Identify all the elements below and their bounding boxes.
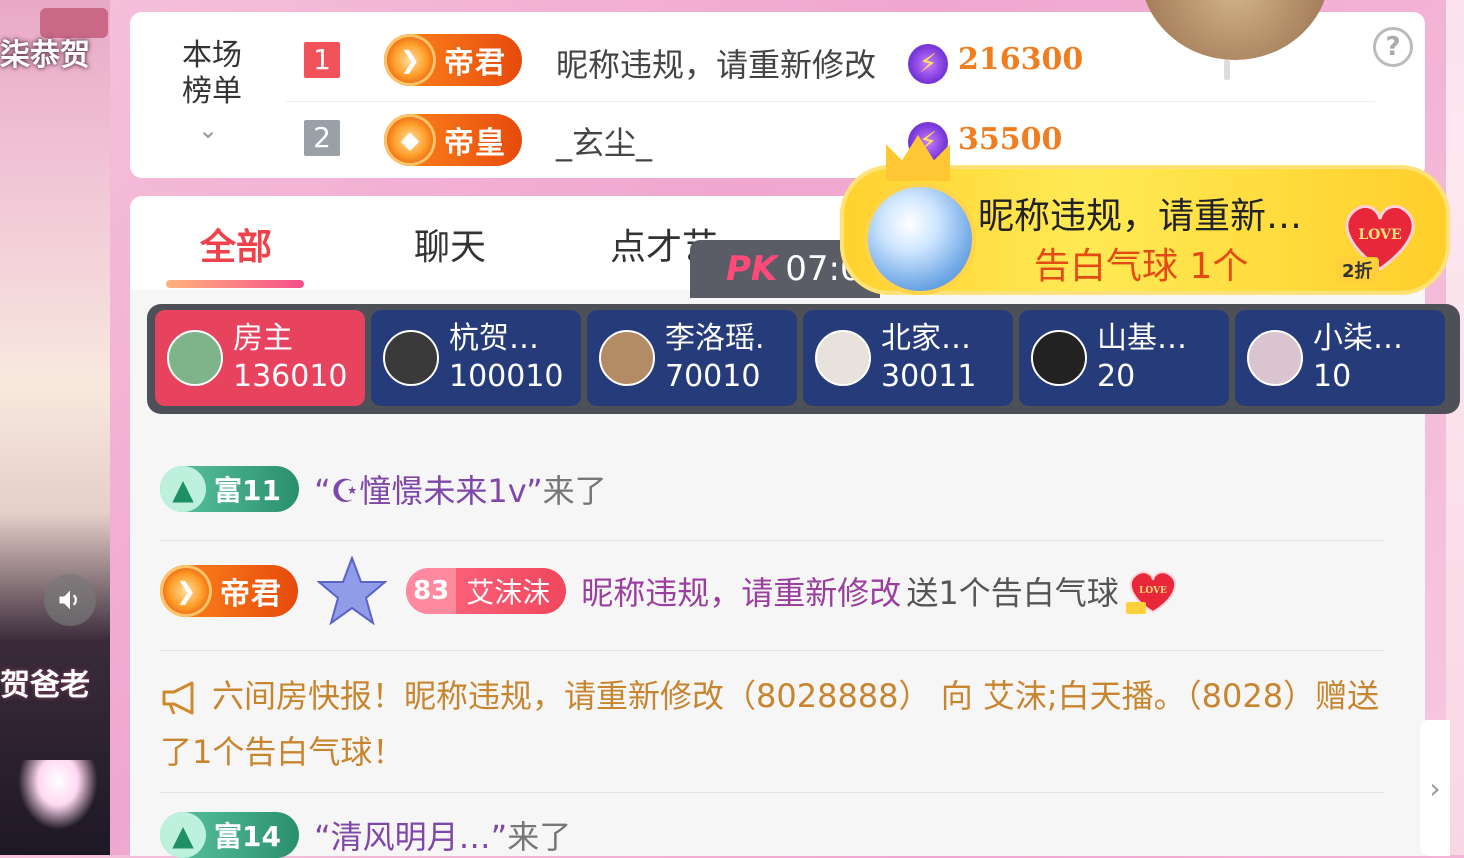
emperor-badge: ❯ 帝君 [160,565,298,617]
fan-club-name: 艾沫沫 [466,576,551,609]
pk-logo: PK [726,249,778,289]
badge-label: 帝君 [444,46,506,81]
rank-number: 2 [304,120,340,156]
avatar [383,330,439,386]
lamp-decoration [18,760,98,830]
contributor-name: 北家… [881,321,971,356]
emperor-badge: ◆ 帝皇 [384,114,522,166]
entry-user-name: “☪憧憬未来1v” [314,472,543,510]
video-overlay-top-text: 柒恭贺 [0,38,90,73]
badge-shield-icon: ❯ [384,34,436,86]
gift-sender-name: 昵称违规，请重新修改 [581,574,902,612]
badge-diamond-icon: ◆ [384,114,436,166]
chat-entry-message[interactable]: ▲ 富11 “☪憧憬未来1v”来了 [160,466,607,512]
contributor-name: 房主 [233,321,293,356]
contributor-score: 10 [1313,359,1352,394]
pk-contributor[interactable]: 北家… 30011 [803,310,1013,406]
ranking-row-2[interactable]: 2 ◆ 帝皇 _玄尘_ ⚡ 35500 [130,104,1425,174]
love-balloon-gift-icon: LOVE [1125,571,1176,614]
pk-contributors-bar: 房主 136010 杭贺… 100010 李洛瑶. 70010 北家… 30011 山基… [147,304,1460,414]
avatar [167,330,223,386]
triangle-icon: ▲ [160,466,206,512]
contributor-name: 李洛瑶. [665,321,765,356]
pk-contributor[interactable]: 李洛瑶. 70010 [587,310,797,406]
chat-gift-message[interactable]: ❯ 帝君 83 艾沫沫 昵称违规，请重新修改 送1个告白气球 LOVE [160,556,1182,626]
tab-active-indicator [166,280,304,288]
lightning-coin-icon: ⚡ [908,44,948,84]
entry-suffix: 来了 [542,472,607,510]
contributor-score: 30011 [881,359,977,394]
pk-contributor[interactable]: 杭贺… 100010 [371,310,581,406]
contributor-score: 100010 [449,359,564,394]
contributor-score: 20 [1097,359,1136,394]
contributor-name: 山基… [1097,321,1187,356]
pk-contributor[interactable]: 房主 136010 [155,310,365,406]
help-icon[interactable]: ? [1373,27,1413,67]
notice-text: 六间房快报！昵称违规，请重新修改（8028888） 向 艾沫;白天播。（8028… [160,677,1380,771]
message-divider [160,650,1384,651]
wealth-level-label: 富14 [214,820,281,853]
avatar [599,330,655,386]
avatar [815,330,871,386]
video-preview[interactable]: 柒恭贺 贺爸老 [0,0,110,855]
emperor-badge: ❯ 帝君 [384,34,522,86]
entry-suffix: 来了 [507,818,572,856]
ranking-divider [285,101,1375,102]
megaphone-icon [162,681,194,715]
gift-sender-name: 昵称违规，请重新… [978,196,1303,237]
pk-contributor[interactable]: 小柒… 10 [1235,310,1445,406]
ranking-score: 35500 [958,122,1063,157]
fan-level: 83 [406,568,457,614]
gift-description: 告白气球 1个 [1034,246,1249,287]
badge-label: 帝君 [220,577,282,612]
entry-user-name: “清风明月…” [314,818,508,856]
badge-shield-icon: ❯ [160,565,212,617]
message-divider [160,792,1384,793]
avatar [1247,330,1303,386]
star-icon [317,556,388,626]
wealth-level-badge: ▲ 富11 [160,466,299,512]
scroll-right-arrow-icon[interactable]: › [1420,720,1450,856]
wealth-level-label: 富11 [214,474,281,507]
ranking-user-name[interactable]: _玄尘_ [556,118,652,164]
contributor-score: 136010 [233,359,348,394]
broadcast-notice[interactable]: 六间房快报！昵称违规，请重新修改（8028888） 向 艾沫;白天播。（8028… [160,668,1390,780]
ranking-score: 216300 [958,42,1084,77]
gift-banner[interactable]: 昵称违规，请重新… 告白气球 1个 LOVE 2折 [840,135,1450,295]
message-divider [160,540,1384,541]
svg-text:LOVE: LOVE [1358,227,1401,243]
svg-text:LOVE: LOVE [1139,586,1167,596]
triangle-icon: ▲ [160,812,206,858]
contributor-score: 70010 [665,359,761,394]
badge-label: 帝皇 [444,126,506,161]
pk-contributor[interactable]: 山基… 20 [1019,310,1229,406]
fan-club-badge: 83 艾沫沫 [406,568,567,614]
gift-action-text: 送1个告白气球 [906,574,1119,612]
wealth-level-badge: ▲ 富14 [160,812,299,858]
chat-entry-message[interactable]: ▲ 富14 “清风明月…”来了 [160,812,571,858]
contributor-name: 小柒… [1313,321,1403,356]
speaker-icon[interactable] [44,574,96,626]
avatar [864,183,976,295]
ranking-user-name[interactable]: 昵称违规，请重新修改 [556,40,876,86]
avatar [1031,330,1087,386]
video-overlay-bottom-text: 贺爸老 [0,668,90,703]
rank-number: 1 [304,42,340,78]
lucky-bag-string [1224,60,1230,80]
contributor-name: 杭贺… [449,321,539,356]
tab-chat[interactable]: 聊天 [414,218,486,270]
discount-badge: 2折 [1336,257,1379,283]
tab-all[interactable]: 全部 [200,218,272,270]
